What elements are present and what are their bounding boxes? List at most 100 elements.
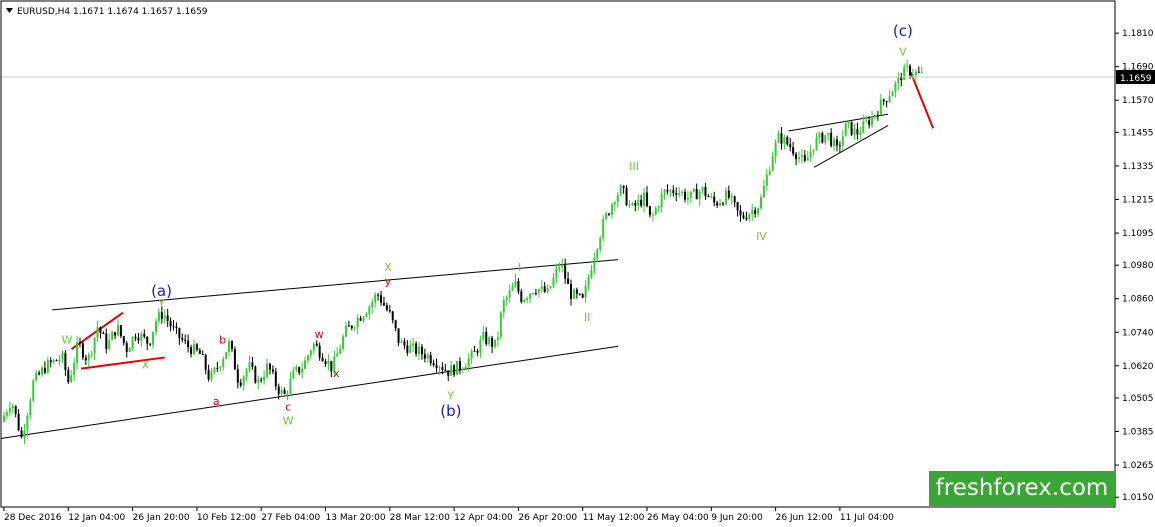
price-tick-label: 1.1215 bbox=[1122, 195, 1154, 205]
bull-candle bbox=[748, 214, 751, 220]
wave-label-green: IV bbox=[756, 230, 767, 243]
bear-candle bbox=[876, 114, 879, 116]
bear-candle bbox=[380, 295, 383, 303]
bear-candle bbox=[491, 337, 494, 347]
bull-candle bbox=[783, 137, 786, 144]
bear-candle bbox=[485, 331, 488, 344]
bull-candle bbox=[920, 71, 923, 73]
bull-candle bbox=[479, 339, 482, 353]
bear-candle bbox=[453, 365, 456, 375]
bull-candle bbox=[257, 379, 260, 383]
bull-candle bbox=[669, 190, 672, 192]
bull-candle bbox=[499, 312, 502, 338]
bear-candle bbox=[315, 343, 318, 346]
bull-candle bbox=[8, 407, 11, 413]
time-tick-label: 26 Jan 20:00 bbox=[133, 513, 190, 523]
bear-candle bbox=[458, 361, 461, 370]
bull-candle bbox=[131, 336, 134, 349]
bull-candle bbox=[824, 134, 827, 143]
price-tick-label: 1.1570 bbox=[1122, 96, 1154, 106]
wave-label-green: Y bbox=[447, 389, 455, 402]
bear-candle bbox=[78, 342, 81, 344]
wave-label-red: y bbox=[385, 275, 392, 288]
bull-candle bbox=[96, 327, 99, 338]
wave-label-green: III bbox=[629, 160, 639, 173]
bear-candle bbox=[318, 345, 321, 358]
bear-candle bbox=[268, 363, 271, 370]
bull-candle bbox=[806, 157, 809, 161]
bull-candle bbox=[759, 197, 762, 209]
bull-candle bbox=[35, 372, 38, 381]
bull-candle bbox=[546, 287, 549, 292]
bear-candle bbox=[830, 132, 833, 147]
bull-candle bbox=[456, 361, 459, 375]
bull-candle bbox=[710, 196, 713, 198]
bear-candle bbox=[172, 326, 175, 328]
bull-candle bbox=[418, 346, 421, 354]
bull-candle bbox=[914, 71, 917, 76]
price-tick-label: 1.0505 bbox=[1122, 394, 1154, 404]
bull-candle bbox=[210, 372, 213, 380]
bull-candle bbox=[514, 281, 517, 287]
bull-candle bbox=[593, 258, 596, 270]
bull-candle bbox=[657, 207, 660, 209]
bull-candle bbox=[412, 343, 415, 346]
bear-candle bbox=[125, 343, 128, 352]
bull-candle bbox=[771, 156, 774, 171]
bear-candle bbox=[181, 338, 184, 340]
bull-candle bbox=[508, 290, 511, 298]
bull-candle bbox=[467, 358, 470, 367]
bear-candle bbox=[420, 346, 423, 355]
price-tick-label: 1.0265 bbox=[1122, 461, 1154, 471]
time-tick-label: 28 Dec 2016 bbox=[4, 513, 62, 523]
bull-candle bbox=[678, 192, 681, 195]
bull-candle bbox=[286, 392, 289, 394]
bull-candle bbox=[613, 202, 616, 205]
bull-candle bbox=[128, 348, 131, 352]
bull-candle bbox=[602, 218, 605, 238]
bull-candle bbox=[228, 341, 231, 353]
bull-candle bbox=[301, 368, 304, 373]
bear-candle bbox=[204, 354, 207, 370]
bull-candle bbox=[219, 367, 222, 369]
bear-candle bbox=[835, 139, 838, 146]
bear-candle bbox=[850, 121, 853, 135]
price-tick-label: 1.1335 bbox=[1122, 162, 1154, 172]
bull-candle bbox=[26, 415, 29, 431]
bull-candle bbox=[616, 194, 619, 203]
bull-candle bbox=[464, 366, 467, 369]
bull-candle bbox=[280, 390, 283, 394]
bear-candle bbox=[564, 264, 567, 279]
bull-candle bbox=[865, 120, 868, 122]
bear-candle bbox=[99, 327, 102, 334]
bull-candle bbox=[903, 66, 906, 81]
bear-candle bbox=[608, 213, 611, 215]
price-chart[interactable]: WXY(a)ba cWwxXyY(b)IIIIIIIVV(c) 1.18101.1… bbox=[0, 0, 1155, 527]
bear-candle bbox=[134, 336, 137, 339]
price-tick-label: 1.0620 bbox=[1122, 362, 1154, 372]
bear-candle bbox=[149, 343, 152, 345]
wave-label-red: b bbox=[219, 333, 226, 346]
bull-candle bbox=[757, 208, 760, 214]
bear-candle bbox=[84, 357, 87, 361]
bull-candle bbox=[540, 286, 543, 290]
bear-candle bbox=[119, 325, 122, 337]
bear-candle bbox=[178, 328, 181, 339]
bull-candle bbox=[719, 203, 722, 206]
bull-candle bbox=[409, 345, 412, 353]
bear-candle bbox=[423, 354, 426, 359]
bull-candle bbox=[605, 213, 608, 219]
bear-candle bbox=[742, 215, 745, 218]
bull-candle bbox=[873, 114, 876, 117]
bear-candle bbox=[190, 347, 193, 355]
bear-candle bbox=[713, 196, 716, 203]
bear-candle bbox=[64, 352, 67, 371]
bull-candle bbox=[797, 157, 800, 160]
bull-candle bbox=[336, 353, 339, 357]
bear-candle bbox=[476, 351, 479, 353]
bull-candle bbox=[488, 337, 491, 344]
current-price-marker: 1.1659 bbox=[1116, 70, 1155, 84]
bull-candle bbox=[637, 199, 640, 206]
price-tick-label: 1.0385 bbox=[1122, 428, 1154, 438]
bull-candle bbox=[306, 355, 309, 361]
